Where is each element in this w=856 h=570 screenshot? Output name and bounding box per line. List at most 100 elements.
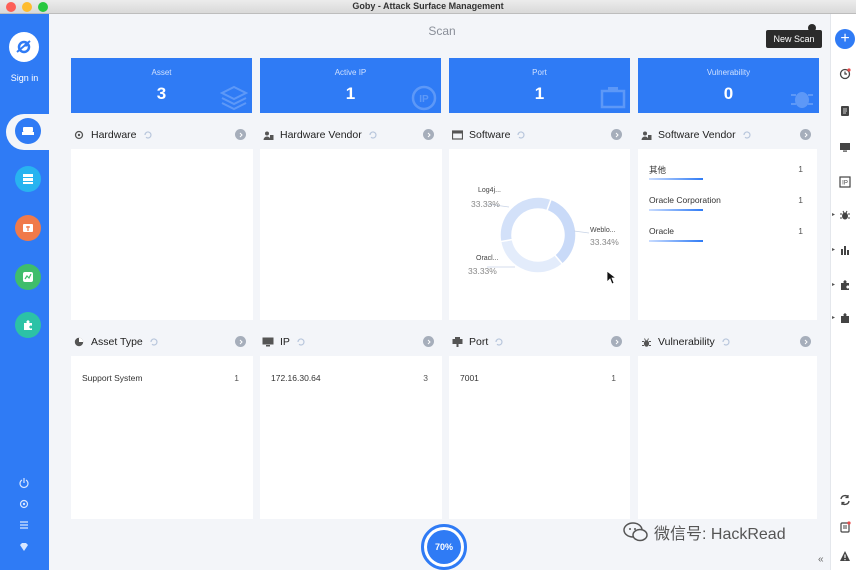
software-donut-chart[interactable]	[449, 149, 630, 320]
log-icon[interactable]	[838, 520, 852, 534]
puzzle-icon	[24, 320, 32, 330]
list-item[interactable]: Oracle Corporation 1	[649, 195, 803, 211]
asset-type-panel-header: Asset Type	[73, 331, 246, 353]
refresh-icon[interactable]	[516, 130, 526, 140]
refresh-icon[interactable]	[721, 337, 731, 347]
port-icon	[451, 336, 463, 348]
pie-icon	[73, 336, 85, 348]
bar-chart-icon[interactable]	[838, 243, 852, 257]
collapse-chevron-icon[interactable]: «	[818, 554, 824, 565]
panel-title: Software Vendor	[658, 129, 736, 141]
item-bar	[649, 240, 703, 242]
item-count: 1	[234, 373, 239, 383]
server-icon	[23, 174, 33, 184]
vulnerability-stat-card[interactable]: Vulnerability 0	[638, 58, 819, 113]
nav-report-button[interactable]	[15, 264, 41, 290]
nav-assets-button[interactable]	[15, 166, 41, 192]
stat-label: Asset	[151, 68, 172, 77]
go-arrow-icon[interactable]	[423, 336, 434, 347]
list-item[interactable]: 172.16.30.64 3	[271, 373, 428, 383]
donut-slice[interactable]	[545, 198, 577, 266]
expand-arrow-icon[interactable]: ▸	[832, 281, 837, 288]
item-count: 1	[798, 195, 803, 205]
list-item[interactable]: Support System 1	[82, 373, 239, 383]
ip-icon[interactable]: IP	[838, 175, 852, 189]
hardware-panel-header: Hardware	[73, 124, 246, 146]
donut-slice[interactable]	[499, 238, 564, 274]
sync-icon[interactable]	[838, 493, 852, 507]
ip-panel-header: IP	[262, 331, 434, 353]
sign-in-link[interactable]: Sign in	[0, 73, 49, 83]
item-name: Oracle Corporation	[649, 195, 721, 205]
port-stat-card[interactable]: Port 1	[449, 58, 630, 113]
nav-scan-button[interactable]	[15, 118, 41, 144]
diamond-icon[interactable]	[17, 540, 31, 554]
expand-arrow-icon[interactable]: ▸	[832, 211, 837, 218]
donut-label: Weblo...	[590, 227, 616, 234]
asset-stat-card[interactable]: Asset 3	[71, 58, 252, 113]
expand-arrow-icon[interactable]: ▸	[832, 246, 837, 253]
bug-icon[interactable]	[838, 208, 852, 222]
item-name: Oracle	[649, 226, 675, 236]
title-bar: Goby - Attack Surface Management	[0, 0, 856, 14]
refresh-icon[interactable]	[149, 337, 159, 347]
app-window: Goby - Attack Surface Management Sign in	[0, 0, 856, 570]
hardware-vendor-panel	[260, 149, 442, 320]
item-count: 3	[423, 373, 428, 383]
puzzle-icon[interactable]	[838, 278, 852, 292]
software-panel: Log4j... 33.33% Weblo... 33.34% Oracl...…	[449, 149, 630, 320]
layers-watermark-icon	[220, 85, 248, 111]
right-sidebar	[830, 14, 856, 570]
go-arrow-icon[interactable]	[235, 336, 246, 347]
refresh-icon[interactable]	[296, 337, 306, 347]
panel-title: Vulnerability	[658, 336, 715, 348]
scan-progress-indicator[interactable]: 70%	[421, 524, 467, 570]
go-arrow-icon[interactable]	[800, 336, 811, 347]
item-count: 1	[611, 373, 616, 383]
port-watermark-icon	[600, 87, 626, 109]
warning-icon[interactable]	[838, 549, 852, 563]
svg-text:IP: IP	[842, 181, 848, 187]
new-scan-plus-button[interactable]: +	[835, 29, 855, 49]
go-arrow-icon[interactable]	[800, 129, 811, 140]
donut-slice[interactable]	[499, 196, 552, 243]
active-ip-stat-card[interactable]: Active IP 1 IP	[260, 58, 441, 113]
item-name: 7001	[460, 373, 479, 383]
menu-icon[interactable]	[17, 518, 31, 532]
clock-icon[interactable]	[838, 67, 852, 81]
item-name: 其他	[649, 165, 667, 175]
ip-monitor-icon	[262, 336, 274, 348]
donut-label: Log4j...	[478, 187, 501, 194]
vulnerability-panel	[638, 356, 817, 519]
go-arrow-icon[interactable]	[423, 129, 434, 140]
ip-watermark-icon: IP	[411, 85, 437, 111]
item-count: 1	[798, 164, 803, 174]
document-icon[interactable]	[838, 104, 852, 118]
vulnerability-icon	[23, 224, 33, 232]
goby-logo-icon[interactable]	[9, 32, 39, 62]
refresh-icon[interactable]	[742, 130, 752, 140]
window-title: Goby - Attack Surface Management	[352, 1, 504, 11]
nav-vulnerability-button[interactable]	[15, 215, 41, 241]
plugin-bug-icon[interactable]	[838, 311, 852, 325]
nav-plugins-button[interactable]	[15, 312, 41, 338]
software-vendor-panel: 其他 1 Oracle Corporation 1 Oracle 1	[638, 149, 817, 320]
svg-text:IP: IP	[419, 94, 429, 105]
watermark: 微信号: HackRead	[622, 520, 786, 544]
progress-label: 70%	[427, 530, 461, 564]
list-item[interactable]: 其他 1	[649, 164, 803, 180]
power-icon[interactable]	[17, 476, 31, 490]
go-arrow-icon[interactable]	[235, 129, 246, 140]
refresh-icon[interactable]	[494, 337, 504, 347]
go-arrow-icon[interactable]	[611, 129, 622, 140]
item-count: 1	[798, 226, 803, 236]
list-item[interactable]: Oracle 1	[649, 226, 803, 242]
settings-gear-icon[interactable]	[17, 497, 31, 511]
monitor-icon[interactable]	[838, 140, 852, 154]
go-arrow-icon[interactable]	[611, 336, 622, 347]
expand-arrow-icon[interactable]: ▸	[832, 314, 837, 321]
list-item[interactable]: 7001 1	[460, 373, 616, 383]
refresh-icon[interactable]	[143, 130, 153, 140]
refresh-icon[interactable]	[368, 130, 378, 140]
chart-icon	[23, 272, 33, 282]
